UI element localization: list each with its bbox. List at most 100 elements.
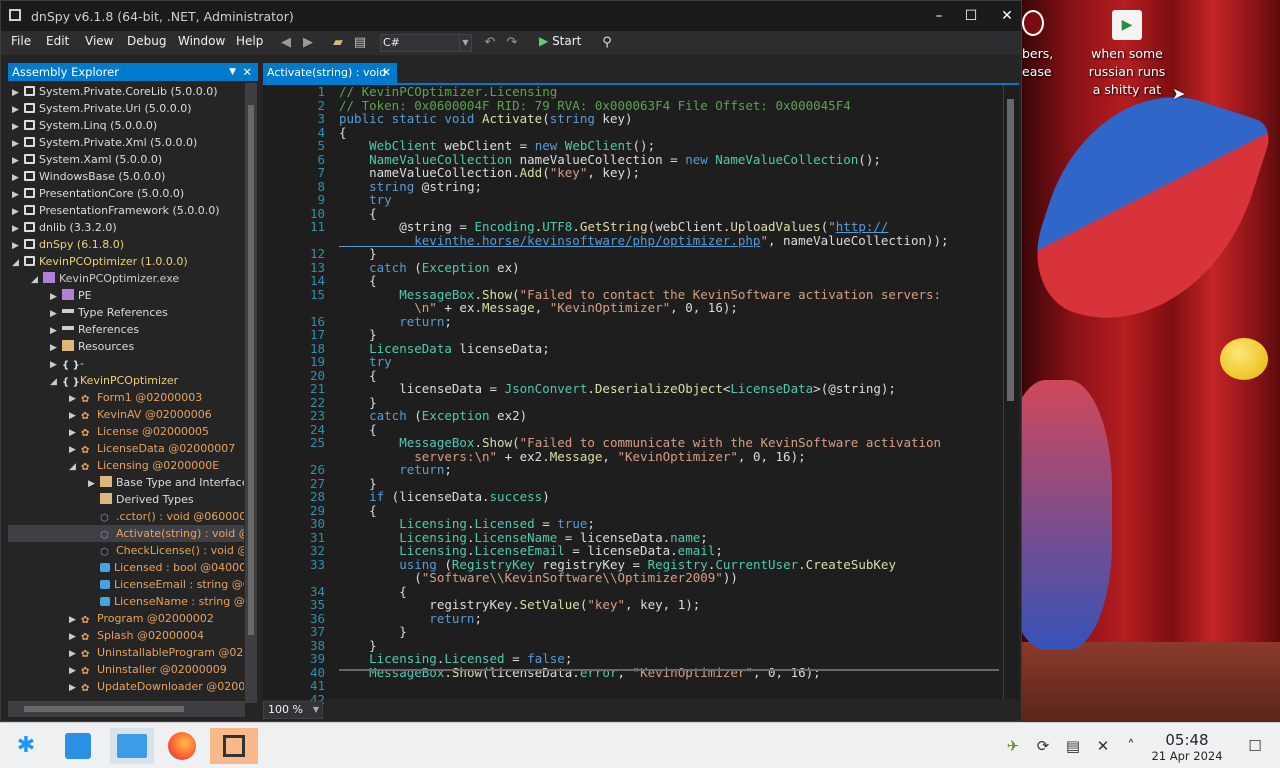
- tree-item[interactable]: ▶ System.Private.Uri (5.0.0.0): [12, 100, 192, 117]
- tree-item[interactable]: ▶ Resources: [50, 338, 134, 355]
- code-line[interactable]: }: [339, 395, 1003, 410]
- scrollbar-thumb[interactable]: [1007, 99, 1014, 401]
- code-line[interactable]: }: [339, 328, 1003, 342]
- tree-item[interactable]: ▶ dnSpy (6.1.8.0): [12, 236, 124, 253]
- maximize-icon[interactable]: ☐: [959, 6, 983, 26]
- tree-vertical-scrollbar[interactable]: [245, 83, 257, 703]
- tree-item[interactable]: ▶ dnlib (3.3.2.0): [12, 219, 117, 236]
- expander-icon[interactable]: ◢: [31, 272, 43, 289]
- menu-help[interactable]: Help: [236, 34, 263, 48]
- network-icon[interactable]: ✈: [1002, 735, 1024, 757]
- tree-item[interactable]: ▶ System.Private.Xml (5.0.0.0): [12, 134, 197, 151]
- launcher-icon[interactable]: ✱: [8, 728, 44, 764]
- code-line[interactable]: // KevinPCOptimizer.Licensing: [339, 85, 1003, 99]
- menu-window[interactable]: Window: [178, 34, 225, 48]
- expander-icon[interactable]: ◢: [50, 374, 62, 391]
- tree-item[interactable]: ▶{ }-: [50, 355, 84, 372]
- tree-item[interactable]: ▶ System.Private.CoreLib (5.0.0.0): [12, 83, 218, 100]
- partial-desktop-icon[interactable]: [1022, 10, 1044, 36]
- code-line[interactable]: }: [339, 625, 1003, 639]
- code-line[interactable]: try: [339, 193, 1003, 207]
- editor-horizontal-scrollbar[interactable]: [339, 669, 999, 671]
- clock[interactable]: 05:48 21 Apr 2024: [1146, 731, 1228, 763]
- tree-item[interactable]: ⬡ .cctor() : void @06000050: [88, 508, 244, 525]
- firefox-icon[interactable]: [164, 728, 200, 764]
- search-icon[interactable]: ⚲: [598, 34, 616, 52]
- menu-file[interactable]: File: [11, 34, 31, 48]
- dnspy-icon[interactable]: [210, 728, 258, 764]
- code-line[interactable]: kevinthe.horse/kevinsoftware/php/optimiz…: [339, 233, 1003, 248]
- scrollbar-thumb[interactable]: [248, 105, 254, 635]
- tree-item[interactable]: ▶ ✿ Uninstaller @02000009: [69, 661, 227, 678]
- code-line[interactable]: {: [339, 584, 1003, 599]
- code-line[interactable]: LicenseData licenseData;: [339, 341, 1003, 356]
- code-line[interactable]: ("Software\\KevinSoftware\\Optimizer2009…: [339, 571, 1003, 585]
- tree-item[interactable]: LicenseEmail : string @04000016: [88, 576, 244, 593]
- close-icon[interactable]: ✕: [995, 6, 1019, 26]
- code-line[interactable]: string @string;: [339, 179, 1003, 194]
- code-line[interactable]: // Token: 0x0600004F RID: 79 RVA: 0x0000…: [339, 98, 1003, 113]
- tab-activate[interactable]: Activate(string) : void ✕: [263, 63, 397, 83]
- code-line[interactable]: try: [339, 355, 1003, 369]
- code-line[interactable]: MessageBox.Show("Failed to communicate w…: [339, 436, 1003, 450]
- tree-item[interactable]: ▶ WindowsBase (5.0.0.0): [12, 168, 165, 185]
- code-line[interactable]: }: [339, 247, 1003, 261]
- redo-icon[interactable]: ↷: [503, 34, 521, 52]
- title-bar[interactable]: dnSpy v6.1.8 (64-bit, .NET, Administrato…: [1, 1, 1021, 31]
- expander-icon[interactable]: ◢: [12, 255, 24, 272]
- discover-icon[interactable]: [60, 728, 96, 764]
- code-line[interactable]: public static void Activate(string key): [339, 112, 1003, 126]
- code-link[interactable]: kevinthe.horse/kevinsoftware/php/optimiz…: [339, 233, 760, 248]
- forward-icon[interactable]: ▶: [299, 34, 317, 52]
- tree-item[interactable]: ▶ ✿ Form1 @02000003: [69, 389, 202, 406]
- tree-item[interactable]: ⬡ Activate(string) : void @0600004F: [8, 525, 244, 542]
- tree-item[interactable]: ▶✿ UpdateDownloader @0200000B: [69, 678, 244, 695]
- chevron-up-icon[interactable]: ˄: [1120, 735, 1142, 757]
- tab-close-icon[interactable]: ✕: [382, 63, 391, 83]
- menu-edit[interactable]: Edit: [46, 34, 69, 48]
- tree-item[interactable]: ◢ ✿ Licensing @0200000E: [69, 457, 219, 474]
- scrollbar-thumb[interactable]: [24, 706, 184, 712]
- tree-item[interactable]: ▶ System.Xaml (5.0.0.0): [12, 151, 162, 168]
- tree-item[interactable]: ▶ ✿ License @02000005: [69, 423, 209, 440]
- code-line[interactable]: MessageBox.Show(licenseData.error, "Kevi…: [339, 665, 1003, 680]
- code-line[interactable]: NameValueCollection nameValueCollection …: [339, 152, 1003, 167]
- code-line[interactable]: Licensing.LicenseEmail = licenseData.ema…: [339, 544, 1003, 558]
- tree-item[interactable]: ◢{ }KevinPCOptimizer: [50, 372, 178, 389]
- video-file-icon[interactable]: ▶: [1112, 10, 1142, 40]
- tree-item[interactable]: ◢ KevinPCOptimizer.exe: [31, 270, 179, 287]
- code-line[interactable]: {: [339, 503, 1003, 518]
- code-line[interactable]: return;: [339, 463, 1003, 477]
- panel-close-icon[interactable]: ✕: [242, 63, 252, 81]
- code-line[interactable]: servers:\n" + ex2.Message, "KevinOptimiz…: [339, 449, 1003, 464]
- tree-item[interactable]: Licensed : bool @04000014: [88, 559, 244, 576]
- tree-item[interactable]: ⬡ CheckLicense() : void @06000051: [88, 542, 244, 559]
- updates-icon[interactable]: ⟳: [1032, 735, 1054, 757]
- tree-item[interactable]: ▶ References: [50, 321, 139, 338]
- code-line[interactable]: WebClient webClient = new WebClient();: [339, 139, 1003, 153]
- code-line[interactable]: \n" + ex.Message, "KevinOptimizer", 0, 1…: [339, 301, 1003, 315]
- code-line[interactable]: }: [339, 476, 1003, 491]
- tree-item[interactable]: Derived Types: [88, 491, 194, 508]
- start-button[interactable]: ▶ Start: [539, 34, 581, 48]
- code-editor[interactable]: 1 2 3 4 5 6 7 8 9 10 11 12 13 14 15 16 17 18 19 20 21 22 23 24 2…: [263, 83, 1019, 706]
- desktop-file-label[interactable]: when some russian runs a shitty rat: [1082, 45, 1172, 99]
- code-line[interactable]: return;: [339, 314, 1003, 329]
- code-line[interactable]: Licensing.Licensed = true;: [339, 517, 1003, 531]
- tree-item[interactable]: ▶ PresentationFramework (5.0.0.0): [12, 202, 220, 219]
- code-line[interactable]: catch (Exception ex): [339, 260, 1003, 275]
- code-line[interactable]: @string = Encoding.UTF8.GetString(webCli…: [339, 220, 1003, 234]
- code-line[interactable]: }: [339, 638, 1003, 653]
- tree-item[interactable]: LicenseName : string @04000015: [88, 593, 244, 610]
- code-line[interactable]: {: [339, 274, 1003, 288]
- tree-item[interactable]: ▶ System.Linq (5.0.0.0): [12, 117, 157, 134]
- code-line[interactable]: {: [339, 422, 1003, 437]
- code-line[interactable]: nameValueCollection.Add("key", key);: [339, 166, 1003, 180]
- code-line[interactable]: using (RegistryKey registryKey = Registr…: [339, 557, 1003, 572]
- tree-item[interactable]: ▶ ✿ KevinAV @02000006: [69, 406, 212, 423]
- code-line[interactable]: {: [339, 368, 1003, 383]
- code-line[interactable]: {: [339, 206, 1003, 221]
- save-all-icon[interactable]: ▤: [351, 34, 369, 52]
- menu-debug[interactable]: Debug: [127, 34, 166, 48]
- code-line[interactable]: catch (Exception ex2): [339, 409, 1003, 423]
